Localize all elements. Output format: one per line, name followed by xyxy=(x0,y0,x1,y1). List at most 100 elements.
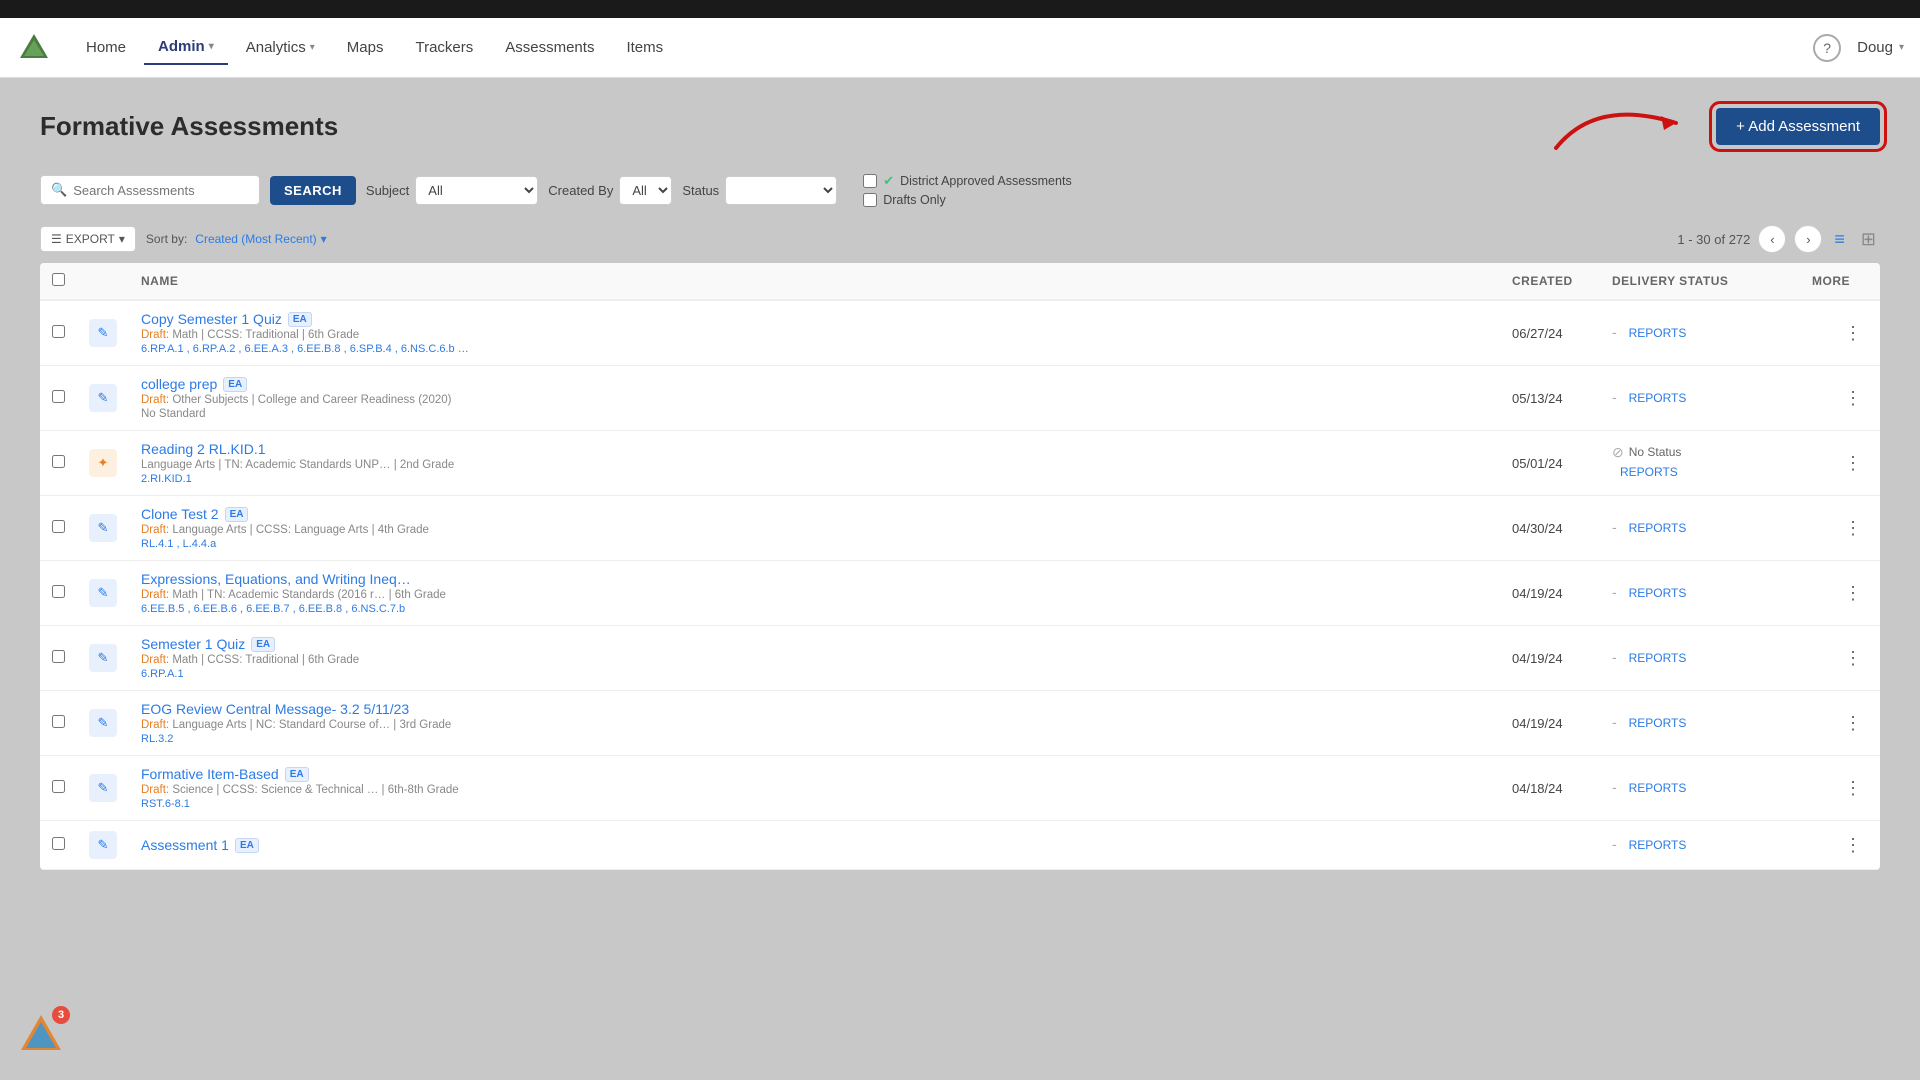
list-view-button[interactable]: ≡ xyxy=(1830,227,1849,252)
row-checkbox[interactable] xyxy=(52,780,65,793)
more-options-button[interactable]: ⋮ xyxy=(1838,451,1868,476)
row-delivery-cell: - REPORTS xyxy=(1600,821,1800,870)
district-approved-checkbox[interactable] xyxy=(863,174,877,188)
reports-button[interactable]: REPORTS xyxy=(1612,461,1686,483)
more-options-button[interactable]: ⋮ xyxy=(1838,711,1868,736)
check-icon: ✔ xyxy=(883,173,894,189)
more-options-button[interactable]: ⋮ xyxy=(1838,386,1868,411)
nav-analytics[interactable]: Analytics ▾ xyxy=(232,31,329,64)
row-checkbox[interactable] xyxy=(52,520,65,533)
help-button[interactable]: ? xyxy=(1813,34,1841,62)
nav-home[interactable]: Home xyxy=(72,31,140,64)
user-chevron-icon: ▾ xyxy=(1899,42,1904,53)
assessment-standards: 6.RP.A.1 xyxy=(141,668,1488,680)
reports-button[interactable]: REPORTS xyxy=(1621,834,1695,856)
row-checkbox[interactable] xyxy=(52,455,65,468)
reports-button[interactable]: REPORTS xyxy=(1621,582,1695,604)
created-by-select[interactable]: All xyxy=(619,176,672,205)
row-checkbox[interactable] xyxy=(52,585,65,598)
no-status-icon: ⊘ xyxy=(1612,444,1624,461)
reports-button[interactable]: REPORTS xyxy=(1621,387,1695,409)
prev-page-button[interactable]: ‹ xyxy=(1758,225,1786,253)
export-button[interactable]: ☰ EXPORT ▾ xyxy=(40,226,136,252)
user-menu[interactable]: Doug ▾ xyxy=(1857,39,1904,56)
assessment-name[interactable]: Copy Semester 1 Quiz EA xyxy=(141,311,1488,327)
nav-assessments[interactable]: Assessments xyxy=(491,31,608,64)
more-options-button[interactable]: ⋮ xyxy=(1838,581,1868,606)
app-logo[interactable] xyxy=(16,30,52,66)
row-checkbox[interactable] xyxy=(52,715,65,728)
search-input[interactable] xyxy=(73,183,233,198)
row-checkbox-cell[interactable] xyxy=(40,431,77,496)
assessment-standards: 6.EE.B.5 , 6.EE.B.6 , 6.EE.B.7 , 6.EE.B.… xyxy=(141,603,1488,615)
row-checkbox[interactable] xyxy=(52,325,65,338)
district-approved-checkbox-label[interactable]: ✔ District Approved Assessments xyxy=(863,173,1072,189)
row-icon-cell: ✎ xyxy=(77,496,129,561)
subject-select[interactable]: All Math Language Arts Science xyxy=(415,176,538,205)
row-checkbox-cell[interactable] xyxy=(40,496,77,561)
search-button[interactable]: SEARCH xyxy=(270,176,356,205)
export-icon: ☰ xyxy=(51,232,62,246)
select-all-header[interactable] xyxy=(40,263,77,300)
more-options-button[interactable]: ⋮ xyxy=(1838,646,1868,671)
assessment-name[interactable]: Semester 1 Quiz EA xyxy=(141,636,1488,652)
analytics-chevron-icon: ▾ xyxy=(310,42,315,53)
add-assessment-button[interactable]: + Add Assessment xyxy=(1716,108,1880,145)
draft-label: Draft: xyxy=(141,719,169,731)
assessment-name[interactable]: Assessment 1 EA xyxy=(141,837,1488,853)
assessment-meta: Language Arts | TN: Academic Standards U… xyxy=(141,459,1488,471)
created-date: 05/13/24 xyxy=(1512,391,1563,406)
sort-select[interactable]: Sort by: Created (Most Recent) ▾ xyxy=(146,232,327,246)
assessment-standards: 6.RP.A.1 , 6.RP.A.2 , 6.EE.A.3 , 6.EE.B.… xyxy=(141,343,1488,355)
assessment-name[interactable]: Reading 2 RL.KID.1 xyxy=(141,441,1488,457)
row-name-cell: Semester 1 Quiz EA Draft: Math | CCSS: T… xyxy=(129,626,1500,691)
more-options-button[interactable]: ⋮ xyxy=(1838,321,1868,346)
row-icon-cell: ✎ xyxy=(77,626,129,691)
row-created-cell: 05/01/24 xyxy=(1500,431,1600,496)
arrow-annotation xyxy=(1536,78,1736,168)
subject-filter: Subject All Math Language Arts Science xyxy=(366,176,538,205)
row-checkbox-cell[interactable] xyxy=(40,691,77,756)
row-icon: ✎ xyxy=(89,579,117,607)
drafts-only-checkbox-label[interactable]: Drafts Only xyxy=(863,193,1072,207)
reports-button[interactable]: REPORTS xyxy=(1621,322,1695,344)
reports-button[interactable]: REPORTS xyxy=(1621,712,1695,734)
row-checkbox-cell[interactable] xyxy=(40,626,77,691)
assessment-meta: Draft: Language Arts | NC: Standard Cour… xyxy=(141,719,1488,731)
assessment-name[interactable]: college prep EA xyxy=(141,376,1488,392)
select-all-checkbox[interactable] xyxy=(52,273,65,286)
nav-maps[interactable]: Maps xyxy=(333,31,398,64)
row-checkbox-cell[interactable] xyxy=(40,821,77,870)
assessment-name[interactable]: EOG Review Central Message- 3.2 5/11/23 xyxy=(141,701,1488,717)
more-options-button[interactable]: ⋮ xyxy=(1838,516,1868,541)
next-page-button[interactable]: › xyxy=(1794,225,1822,253)
assessment-name[interactable]: Clone Test 2 EA xyxy=(141,506,1488,522)
row-checkbox-cell[interactable] xyxy=(40,366,77,431)
row-icon: ✎ xyxy=(89,774,117,802)
table-row: ✎ EOG Review Central Message- 3.2 5/11/2… xyxy=(40,691,1880,756)
row-checkbox[interactable] xyxy=(52,650,65,663)
row-icon-cell: ✦ xyxy=(77,431,129,496)
row-checkbox[interactable] xyxy=(52,390,65,403)
row-checkbox-cell[interactable] xyxy=(40,756,77,821)
status-select[interactable]: Draft Published xyxy=(725,176,837,205)
nav-admin[interactable]: Admin ▾ xyxy=(144,30,228,65)
nav-items[interactable]: Items xyxy=(612,31,677,64)
nav-trackers[interactable]: Trackers xyxy=(401,31,487,64)
assessment-name[interactable]: Formative Item-Based EA xyxy=(141,766,1488,782)
more-options-button[interactable]: ⋮ xyxy=(1838,833,1868,858)
row-checkbox-cell[interactable] xyxy=(40,300,77,366)
reports-button[interactable]: REPORTS xyxy=(1621,777,1695,799)
created-date: 06/27/24 xyxy=(1512,326,1563,341)
grid-view-button[interactable]: ⊞ xyxy=(1857,227,1880,252)
assessment-meta: Draft: Math | CCSS: Traditional | 6th Gr… xyxy=(141,329,1488,341)
assessment-name[interactable]: Expressions, Equations, and Writing Ineq… xyxy=(141,571,1488,587)
reports-button[interactable]: REPORTS xyxy=(1621,647,1695,669)
row-checkbox-cell[interactable] xyxy=(40,561,77,626)
icon-header xyxy=(77,263,129,300)
drafts-only-checkbox[interactable] xyxy=(863,193,877,207)
more-options-button[interactable]: ⋮ xyxy=(1838,776,1868,801)
reports-button[interactable]: REPORTS xyxy=(1621,517,1695,539)
bottom-logo[interactable]: 3 xyxy=(16,1010,66,1060)
row-checkbox[interactable] xyxy=(52,837,65,850)
